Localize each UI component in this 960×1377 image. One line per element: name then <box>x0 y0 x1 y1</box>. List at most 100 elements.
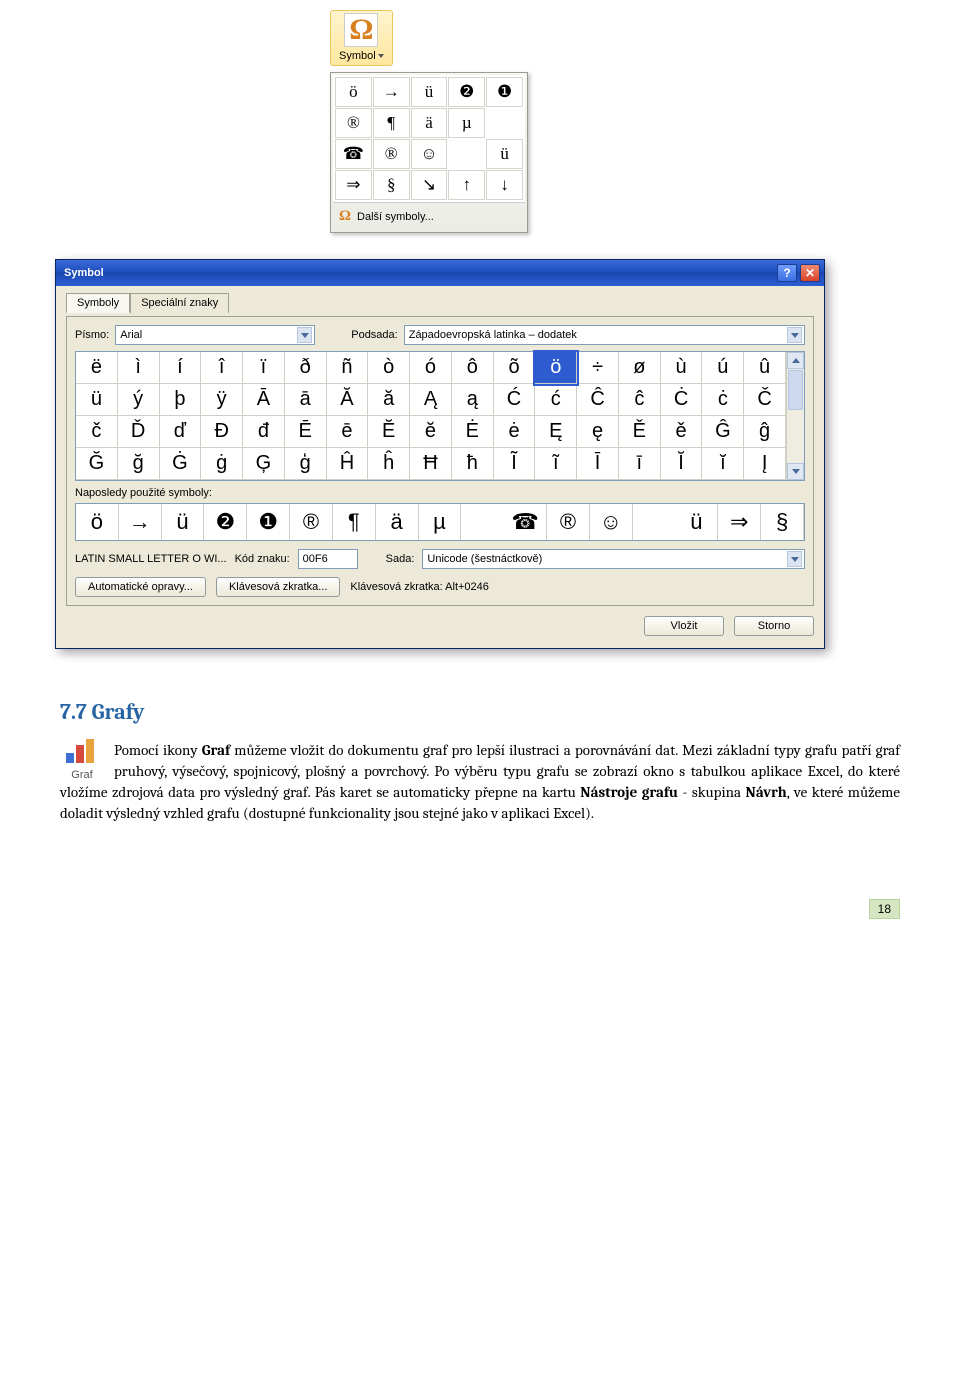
char-cell[interactable]: í <box>160 352 202 384</box>
char-cell[interactable]: Ĩ <box>494 448 536 480</box>
char-cell[interactable]: ë <box>76 352 118 384</box>
char-cell[interactable]: Ĕ <box>368 416 410 448</box>
scroll-thumb[interactable] <box>788 370 803 410</box>
char-cell[interactable]: ĩ <box>535 448 577 480</box>
char-cell[interactable]: ĭ <box>702 448 744 480</box>
recent-symbol-cell[interactable]: ❶ <box>247 504 290 540</box>
dropdown-symbol-cell[interactable]: µ <box>448 108 485 138</box>
symbol-ribbon-button[interactable]: Ω Symbol <box>330 10 393 66</box>
scrollbar[interactable] <box>786 352 804 480</box>
char-cell[interactable]: ó <box>410 352 452 384</box>
chevron-down-icon[interactable] <box>787 327 802 343</box>
char-cell[interactable]: ğ <box>118 448 160 480</box>
char-cell[interactable]: Ċ <box>661 384 703 416</box>
recent-symbol-cell[interactable]: ⇒ <box>718 504 761 540</box>
char-cell[interactable]: Ħ <box>410 448 452 480</box>
recent-symbol-cell[interactable]: ☺ <box>590 504 633 540</box>
char-cell[interactable]: ö <box>535 352 577 384</box>
dropdown-symbol-cell[interactable]: ® <box>335 108 372 138</box>
char-cell[interactable]: Ė <box>452 416 494 448</box>
char-cell[interactable]: Ģ <box>243 448 285 480</box>
char-cell[interactable]: ė <box>494 416 536 448</box>
char-cell[interactable]: ġ <box>201 448 243 480</box>
char-cell[interactable]: ĝ <box>744 416 786 448</box>
autocorrect-button[interactable]: Automatické opravy... <box>75 577 206 597</box>
dropdown-symbol-cell[interactable]: ☎ <box>335 139 372 169</box>
char-cell[interactable]: Ī <box>577 448 619 480</box>
char-cell[interactable]: ĥ <box>368 448 410 480</box>
char-cell[interactable]: Ĝ <box>702 416 744 448</box>
char-cell[interactable]: Ě <box>619 416 661 448</box>
recent-symbol-cell[interactable]: ü <box>162 504 205 540</box>
dropdown-symbol-cell[interactable]: ® <box>373 139 410 169</box>
dropdown-symbol-cell[interactable]: → <box>373 77 410 107</box>
code-field[interactable]: 00F6 <box>298 549 358 569</box>
recent-symbol-cell[interactable]: ¶ <box>333 504 376 540</box>
dropdown-symbol-cell[interactable]: ↓ <box>486 170 523 200</box>
char-cell[interactable]: ï <box>243 352 285 384</box>
help-button[interactable]: ? <box>777 264 797 282</box>
recent-symbol-cell[interactable]: ☎ <box>504 504 547 540</box>
char-cell[interactable]: ć <box>535 384 577 416</box>
dropdown-symbol-cell[interactable]: ü <box>411 77 448 107</box>
recent-symbol-cell[interactable]: ® <box>290 504 333 540</box>
char-cell[interactable]: ò <box>368 352 410 384</box>
char-cell[interactable]: Ē <box>285 416 327 448</box>
char-cell[interactable]: ę <box>577 416 619 448</box>
char-cell[interactable]: Į <box>744 448 786 480</box>
recent-symbol-cell[interactable]: § <box>761 504 804 540</box>
dropdown-symbol-cell[interactable]: ☺ <box>411 139 448 169</box>
char-cell[interactable]: ī <box>619 448 661 480</box>
scroll-down-button[interactable] <box>787 463 804 480</box>
char-cell[interactable]: û <box>744 352 786 384</box>
dropdown-symbol-cell[interactable]: ❶ <box>486 77 523 107</box>
dialog-titlebar[interactable]: Symbol ? ✕ <box>56 260 824 286</box>
subset-combo[interactable]: Západoevropská latinka – dodatek <box>404 325 805 345</box>
char-cell[interactable]: ģ <box>285 448 327 480</box>
chevron-down-icon[interactable] <box>787 551 802 567</box>
char-cell[interactable]: č <box>76 416 118 448</box>
char-cell[interactable]: ċ <box>702 384 744 416</box>
char-cell[interactable]: ü <box>76 384 118 416</box>
char-cell[interactable]: Ĉ <box>577 384 619 416</box>
char-cell[interactable]: Č <box>744 384 786 416</box>
recent-symbol-cell[interactable]: µ <box>419 504 462 540</box>
char-cell[interactable]: Ā <box>243 384 285 416</box>
char-cell[interactable]: ĉ <box>619 384 661 416</box>
char-cell[interactable]: ÷ <box>577 352 619 384</box>
dropdown-symbol-cell[interactable]: ❷ <box>448 77 485 107</box>
shortcut-key-button[interactable]: Klávesová zkratka... <box>216 577 340 597</box>
char-cell[interactable]: ý <box>118 384 160 416</box>
recent-symbol-cell[interactable]: ® <box>547 504 590 540</box>
chevron-down-icon[interactable] <box>297 327 312 343</box>
char-cell[interactable]: Ğ <box>76 448 118 480</box>
char-cell[interactable]: ą <box>452 384 494 416</box>
char-cell[interactable]: ě <box>661 416 703 448</box>
char-cell[interactable]: Ę <box>535 416 577 448</box>
char-cell[interactable]: ô <box>452 352 494 384</box>
char-cell[interactable]: ø <box>619 352 661 384</box>
char-cell[interactable]: ă <box>368 384 410 416</box>
char-cell[interactable]: đ <box>243 416 285 448</box>
recent-symbol-cell[interactable]: ä <box>376 504 419 540</box>
font-combo[interactable]: Arial <box>115 325 315 345</box>
dropdown-symbol-cell[interactable]: ¶ <box>373 108 410 138</box>
dropdown-symbol-cell[interactable]: ä <box>411 108 448 138</box>
dropdown-symbol-cell[interactable]: ↑ <box>448 170 485 200</box>
char-cell[interactable]: ÿ <box>201 384 243 416</box>
recent-symbol-cell[interactable]: ü <box>676 504 719 540</box>
recent-symbol-cell[interactable]: → <box>119 504 162 540</box>
char-cell[interactable]: ù <box>661 352 703 384</box>
recent-symbol-cell[interactable]: ❷ <box>204 504 247 540</box>
char-cell[interactable]: þ <box>160 384 202 416</box>
char-cell[interactable]: Đ <box>201 416 243 448</box>
scroll-up-button[interactable] <box>787 352 804 369</box>
char-cell[interactable]: ð <box>285 352 327 384</box>
tab-symbols[interactable]: Symboly <box>66 293 130 313</box>
char-cell[interactable]: ì <box>118 352 160 384</box>
char-cell[interactable]: Ď <box>118 416 160 448</box>
dropdown-symbol-cell[interactable]: § <box>373 170 410 200</box>
char-cell[interactable]: Ĥ <box>327 448 369 480</box>
close-button[interactable]: ✕ <box>800 264 820 282</box>
cancel-button[interactable]: Storno <box>734 616 814 636</box>
